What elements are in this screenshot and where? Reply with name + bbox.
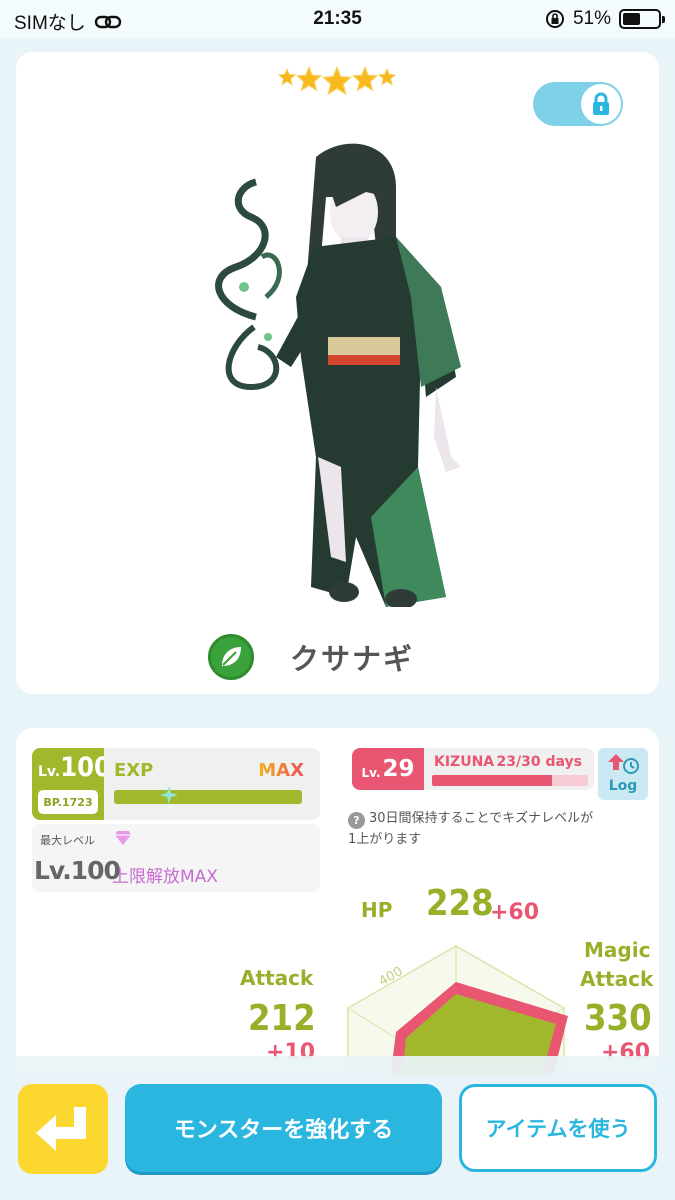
rarity-star-icon: [378, 68, 396, 86]
kizuna-note: ? 30日間保持することでキズナレベルが1上がります: [348, 808, 598, 850]
back-button[interactable]: [18, 1084, 108, 1174]
status-bar: SIMなし 21:35 51%: [0, 0, 675, 38]
attack-label: Attack: [240, 966, 314, 990]
rarity-star-icon: [296, 66, 322, 92]
monster-illustration: [215, 143, 461, 607]
exp-panel: EXP MAX: [104, 748, 320, 820]
magic-attack-label-line2: Attack: [580, 967, 654, 991]
kizuna-title: KIZUNA: [434, 754, 495, 770]
use-item-button[interactable]: アイテムを使う: [459, 1084, 657, 1172]
lock-knob: [581, 84, 621, 124]
level-box: Lv.100 BP.1723: [32, 748, 111, 820]
monster-card: クサナギ: [16, 52, 659, 694]
rarity-star-icon: [278, 68, 296, 86]
rarity-star-icon: [322, 66, 352, 96]
bp-badge: BP.1723: [38, 790, 98, 814]
attack-value: 212: [248, 998, 316, 1039]
monster-name: クサナギ: [290, 642, 415, 676]
bottom-action-bar: モンスターを強化する アイテムを使う: [0, 1056, 675, 1200]
level-prefix: Lv.: [38, 764, 61, 780]
kizuna-note-text: 30日間保持することでキズナレベルが1上がります: [348, 811, 594, 847]
gem-icon: [115, 831, 131, 845]
exp-bar: [114, 790, 302, 804]
magic-attack-value: 330: [584, 998, 652, 1039]
rarity-star-icon: [352, 66, 378, 92]
battery-level: [623, 13, 641, 25]
max-level-value: Lv.100: [34, 856, 121, 885]
enhance-monster-button[interactable]: モンスターを強化する: [125, 1084, 442, 1172]
sparkle-icon: [160, 786, 178, 804]
kizuna-bar: [432, 775, 588, 786]
level-text: Lv.100: [38, 752, 111, 783]
help-icon[interactable]: ?: [348, 812, 365, 829]
lock-icon: [593, 92, 609, 115]
kizuna-level-box: Lv. 29: [352, 748, 424, 790]
stats-radar-chart: 400: [347, 945, 568, 1076]
kizuna-days: 23/30 days: [496, 754, 582, 770]
exp-label: EXP: [114, 760, 154, 781]
max-level-panel: 最大レベル Lv.100 上限解放MAX: [32, 824, 320, 892]
exp-bar-fill: [114, 790, 302, 804]
max-level-caption: 最大レベル: [40, 834, 95, 847]
return-arrow-icon: [36, 1107, 86, 1151]
rotation-lock-icon: [545, 10, 564, 28]
rarity-stars: [278, 66, 396, 96]
log-label: Log: [608, 778, 638, 794]
kizuna-panel: KIZUNA 23/30 days: [424, 748, 594, 790]
magic-attack-label-line1: Magic: [584, 938, 651, 962]
status-right: 51%: [545, 8, 665, 30]
battery-icon: [619, 9, 665, 29]
level-up-log-icon: [608, 754, 639, 774]
kizuna-bar-fill: [432, 775, 552, 786]
exp-max-label: MAX: [258, 760, 304, 781]
lock-toggle[interactable]: [533, 82, 623, 126]
kizuna-level-prefix: Lv.: [361, 766, 381, 780]
kizuna-level-value: 29: [382, 756, 415, 782]
limit-break-label: 上限解放MAX: [112, 867, 218, 887]
battery-percent: 51%: [572, 8, 611, 29]
monster-name-row: クサナギ: [208, 634, 414, 680]
log-button[interactable]: Log: [598, 748, 648, 800]
leaf-icon: [208, 634, 254, 680]
